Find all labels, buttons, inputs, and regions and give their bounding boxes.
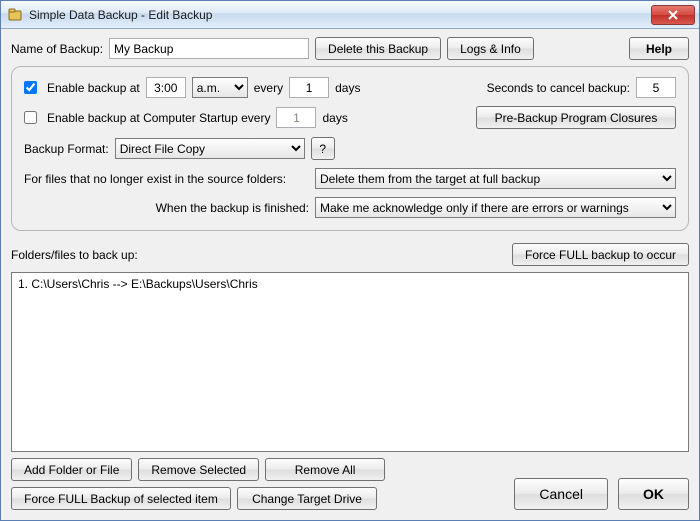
list-item[interactable]: 1. C:\Users\Chris --> E:\Backups\Users\C… bbox=[18, 277, 682, 291]
enable-time-row: Enable backup at a.m. every days Seconds… bbox=[24, 77, 676, 98]
startup-every-input bbox=[276, 107, 316, 128]
bottom-actions: Add Folder or File Remove Selected Remov… bbox=[11, 458, 689, 510]
format-row: Backup Format: Direct File Copy ? bbox=[24, 137, 676, 160]
pre-backup-closures-button[interactable]: Pre-Backup Program Closures bbox=[476, 106, 676, 129]
backup-format-select[interactable]: Direct File Copy bbox=[115, 138, 305, 159]
days-label: days bbox=[335, 81, 360, 95]
backup-format-label: Backup Format: bbox=[24, 142, 109, 156]
seconds-cancel-label: Seconds to cancel backup: bbox=[487, 81, 630, 95]
folders-listbox[interactable]: 1. C:\Users\Chris --> E:\Backups\Users\C… bbox=[11, 272, 689, 452]
remove-selected-button[interactable]: Remove Selected bbox=[138, 458, 259, 481]
delete-backup-button[interactable]: Delete this Backup bbox=[315, 37, 441, 60]
enable-startup-row: Enable backup at Computer Startup every … bbox=[24, 106, 676, 129]
name-label: Name of Backup: bbox=[11, 42, 103, 56]
add-folder-button[interactable]: Add Folder or File bbox=[11, 458, 132, 481]
every-days-input[interactable] bbox=[289, 77, 329, 98]
enable-time-checkbox[interactable] bbox=[24, 81, 37, 94]
logs-info-button[interactable]: Logs & Info bbox=[447, 37, 534, 60]
when-finished-label: When the backup is finished: bbox=[24, 201, 309, 215]
folders-label: Folders/files to back up: bbox=[11, 248, 138, 262]
schedule-group: Enable backup at a.m. every days Seconds… bbox=[11, 66, 689, 231]
folders-header-row: Folders/files to back up: Force FULL bac… bbox=[11, 243, 689, 266]
when-finished-select[interactable]: Make me acknowledge only if there are er… bbox=[315, 197, 676, 218]
enable-startup-label: Enable backup at Computer Startup every bbox=[47, 111, 270, 125]
name-row: Name of Backup: Delete this Backup Logs … bbox=[11, 37, 689, 60]
window-title: Simple Data Backup - Edit Backup bbox=[29, 8, 649, 22]
ok-button[interactable]: OK bbox=[618, 478, 689, 510]
left-actions: Add Folder or File Remove Selected Remov… bbox=[11, 458, 385, 510]
window-frame: Simple Data Backup - Edit Backup Name of… bbox=[0, 0, 700, 521]
ampm-select[interactable]: a.m. bbox=[192, 77, 248, 98]
backup-name-input[interactable] bbox=[109, 38, 309, 59]
cancel-button[interactable]: Cancel bbox=[514, 478, 608, 510]
close-button[interactable] bbox=[651, 5, 695, 25]
startup-days-label: days bbox=[322, 111, 347, 125]
force-full-backup-button[interactable]: Force FULL backup to occur bbox=[512, 243, 689, 266]
deleted-files-row: For files that no longer exist in the so… bbox=[24, 168, 676, 189]
seconds-cancel-input[interactable] bbox=[636, 77, 676, 98]
format-help-button[interactable]: ? bbox=[311, 137, 335, 160]
time-input[interactable] bbox=[146, 77, 186, 98]
titlebar: Simple Data Backup - Edit Backup bbox=[1, 1, 699, 29]
content-area: Name of Backup: Delete this Backup Logs … bbox=[1, 29, 699, 520]
every-label: every bbox=[254, 81, 283, 95]
change-target-drive-button[interactable]: Change Target Drive bbox=[237, 487, 377, 510]
remove-all-button[interactable]: Remove All bbox=[265, 458, 385, 481]
deleted-files-label: For files that no longer exist in the so… bbox=[24, 172, 309, 186]
enable-startup-checkbox[interactable] bbox=[24, 111, 37, 124]
enable-time-label: Enable backup at bbox=[47, 81, 140, 95]
deleted-files-select[interactable]: Delete them from the target at full back… bbox=[315, 168, 676, 189]
help-button[interactable]: Help bbox=[629, 37, 689, 60]
when-finished-row: When the backup is finished: Make me ack… bbox=[24, 197, 676, 218]
app-icon bbox=[7, 7, 23, 23]
force-full-selected-button[interactable]: Force FULL Backup of selected item bbox=[11, 487, 231, 510]
